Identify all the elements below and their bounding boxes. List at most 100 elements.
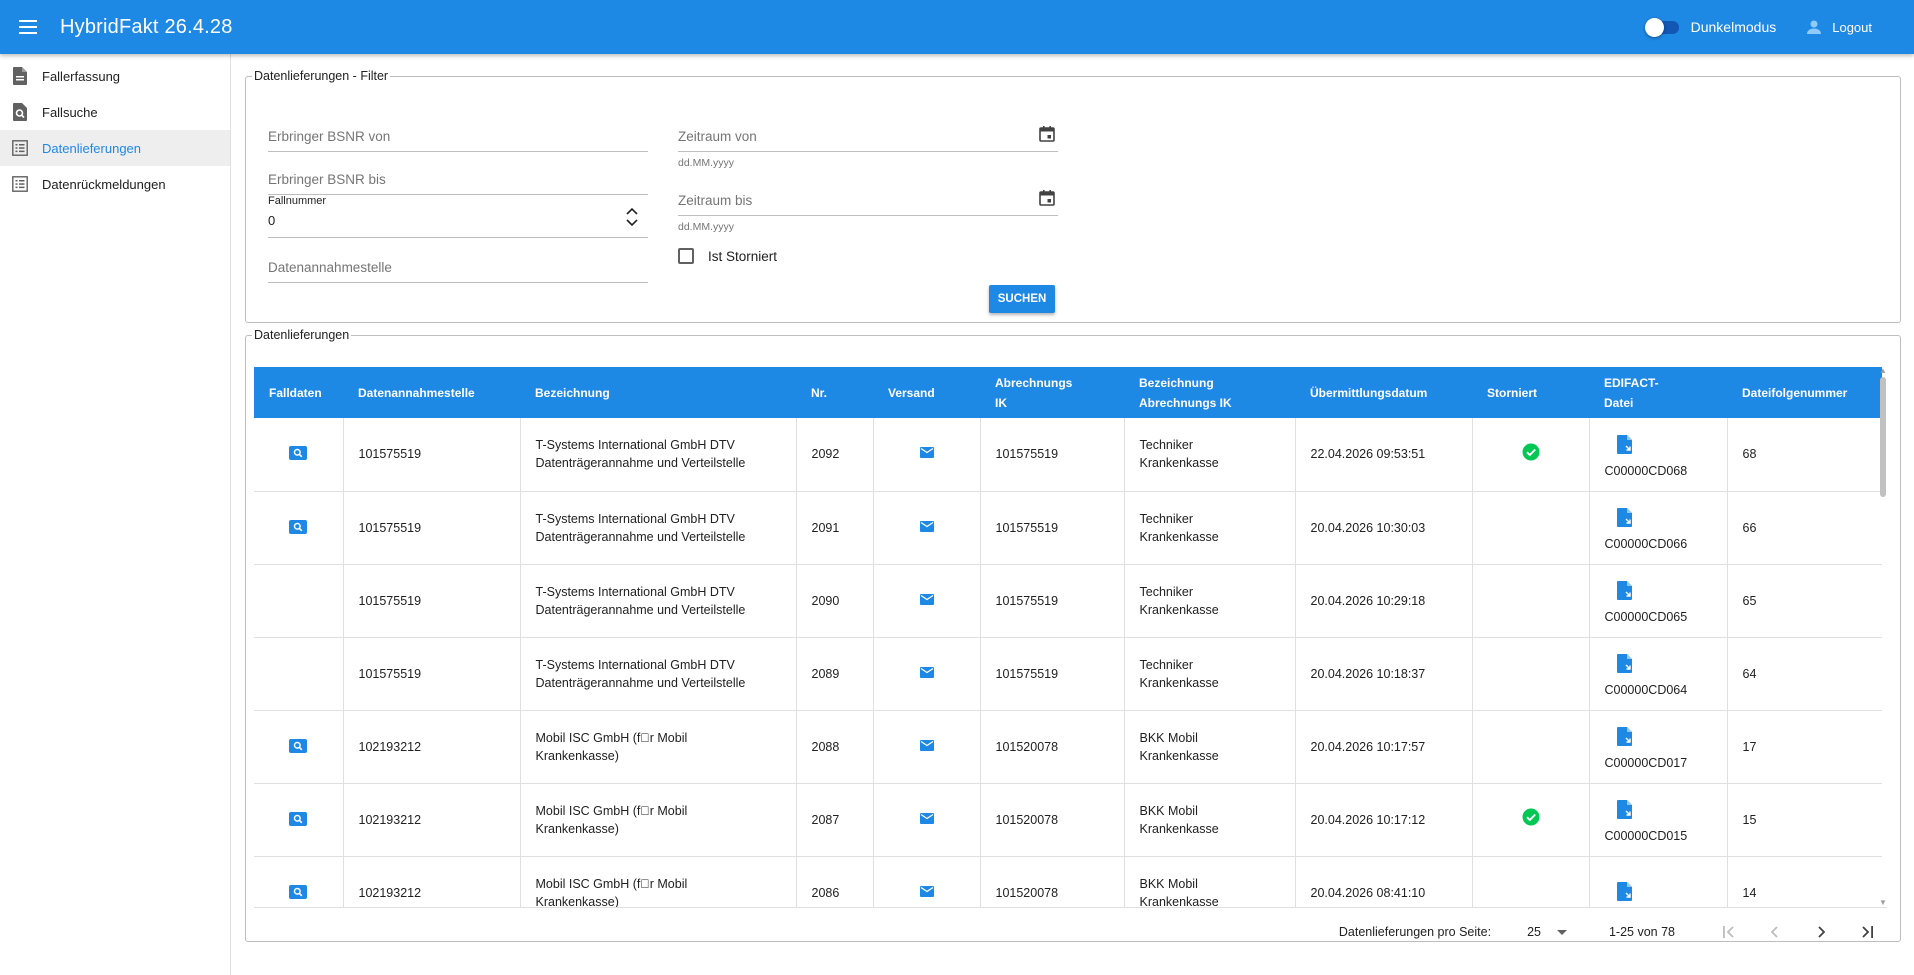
sidebar-item-fallsuche[interactable]: Fallsuche xyxy=(0,94,230,130)
file-download-icon[interactable] xyxy=(1616,434,1633,454)
bsnr-von-field[interactable]: Erbringer BSNR von xyxy=(268,129,648,153)
table-row: 101575519 T-Systems International GmbH DT… xyxy=(254,491,1882,565)
sidebar-item-fallerfassung[interactable]: Fallerfassung xyxy=(0,58,230,94)
datenannahmestelle-field[interactable]: Datenannahmestelle xyxy=(268,260,648,284)
ist-storniert-checkbox[interactable] xyxy=(678,248,694,264)
cell-uebermittlungsdatum: 20.04.2026 10:18:37 xyxy=(1295,637,1473,711)
scroll-up-arrow[interactable]: ▲ xyxy=(1879,367,1887,375)
cell-bezeichnung-abrechnungs-ik: Techniker Krankenkasse xyxy=(1124,564,1296,638)
header-datenannahmestelle[interactable]: Datenannahmestelle xyxy=(343,367,520,418)
header-bezeichnung[interactable]: Bezeichnung xyxy=(520,367,796,418)
cell-falldaten xyxy=(254,418,344,492)
cell-text: Mobil ISC GmbH (f r Mobil xyxy=(535,730,688,745)
cell-falldaten xyxy=(254,564,344,638)
sidebar-item-label: Fallsuche xyxy=(42,104,98,120)
chevron-up-icon[interactable] xyxy=(626,207,638,215)
file-download-icon[interactable] xyxy=(1616,654,1633,673)
search-icon xyxy=(294,887,303,896)
logout-button[interactable]: Logout xyxy=(1806,19,1872,35)
edifact-filename[interactable]: C00000CD015 xyxy=(1605,829,1688,843)
cell-text: Techniker xyxy=(1139,584,1194,599)
edifact-filename[interactable]: C00000CD066 xyxy=(1605,537,1688,551)
edifact-filename[interactable]: C00000CD065 xyxy=(1605,610,1688,624)
header-text: Abrechnungs IK xyxy=(1139,395,1232,410)
cell-datenannahmestelle: 102193212 xyxy=(343,856,521,907)
cell-uebermittlungsdatum: 20.04.2026 08:41:10 xyxy=(1295,856,1473,907)
cell-bezeichnung: T-Systems International GmbH DTV Datenträ… xyxy=(520,418,797,492)
view-case-button[interactable] xyxy=(289,519,308,534)
bsnr-bis-label: Erbringer BSNR bis xyxy=(268,172,386,187)
cell-text: Krankenkasse xyxy=(1139,602,1219,617)
ist-storniert-label: Ist Storniert xyxy=(708,248,778,264)
edifact-filename[interactable]: C00000CD068 xyxy=(1605,464,1688,478)
header-abrechnungs-ik[interactable]: Abrechnungs IK xyxy=(980,367,1124,418)
cell-edifact-datei: C00000CD064 xyxy=(1589,637,1728,711)
cell-bezeichnung: T-Systems International GmbH DTV Datenträ… xyxy=(520,564,797,638)
dark-mode-toggle[interactable] xyxy=(1644,17,1681,37)
view-case-button[interactable] xyxy=(289,738,308,753)
view-case-button[interactable] xyxy=(289,811,308,826)
view-case-button[interactable] xyxy=(289,884,308,899)
cell-bezeichnung: T-Systems International GmbH DTV Datenträ… xyxy=(520,637,797,711)
zeitraum-von-field[interactable]: Zeitraum von xyxy=(678,126,1058,153)
edifact-filename[interactable]: C00000CD017 xyxy=(1605,756,1688,770)
file-download-icon[interactable] xyxy=(1616,800,1633,819)
bsnr-von-label: Erbringer BSNR von xyxy=(268,129,391,144)
first-page-icon xyxy=(1723,926,1734,938)
file-download-icon[interactable] xyxy=(1616,581,1633,600)
mail-icon xyxy=(919,739,934,751)
sidebar-item-datenrueckmeldungen[interactable]: Datenrückmeldungen xyxy=(0,166,230,202)
scrollbar-thumb[interactable] xyxy=(1880,377,1886,497)
list-icon xyxy=(12,176,28,192)
cell-versand xyxy=(873,856,981,907)
first-page-button[interactable] xyxy=(1709,912,1749,952)
sidebar-item-label: Datenlieferungen xyxy=(42,140,142,156)
search-button[interactable]: SUCHEN xyxy=(989,285,1055,313)
header-versand[interactable]: Versand xyxy=(873,367,980,418)
cell-uebermittlungsdatum: 20.04.2026 10:29:18 xyxy=(1295,564,1473,638)
cell-text: Datenträgerannahme und Verteilstelle xyxy=(535,456,746,471)
page-size-select[interactable]: 25 xyxy=(1527,925,1567,939)
file-download-icon[interactable] xyxy=(1616,508,1633,527)
chevron-down-icon[interactable] xyxy=(626,219,638,227)
previous-page-button[interactable] xyxy=(1755,912,1795,952)
file-download-icon[interactable] xyxy=(1616,882,1633,901)
cell-dateifolgenummer: 17 xyxy=(1727,710,1882,784)
view-case-button[interactable] xyxy=(289,446,308,461)
zeitraum-bis-hint: dd.MM.yyyy xyxy=(678,221,735,233)
header-edifact-datei[interactable]: EDIFACT- Datei xyxy=(1589,367,1727,418)
menu-button[interactable] xyxy=(0,0,56,54)
header-nr[interactable]: Nr. xyxy=(796,367,873,418)
table-scrollbar[interactable]: ▲ ▼ xyxy=(1879,367,1887,907)
cell-versand xyxy=(873,491,981,565)
cell-abrechnungs-ik: 101520078 xyxy=(980,783,1125,857)
cell-storniert xyxy=(1472,856,1590,907)
fallnummer-field[interactable]: Fallnummer 0 xyxy=(268,195,648,240)
header-storniert[interactable]: Storniert xyxy=(1472,367,1589,418)
scroll-down-arrow[interactable]: ▼ xyxy=(1879,899,1887,907)
cell-text: Techniker xyxy=(1139,438,1194,453)
cell-edifact-datei: C00000CD068 xyxy=(1589,418,1728,492)
header-falldaten[interactable]: Falldaten xyxy=(254,367,343,418)
table-row: 102193212 Mobil ISC GmbH (f r Mobil Kranke… xyxy=(254,856,1882,907)
header-bezeichnung-abrechnungs-ik[interactable]: Bezeichnung Abrechnungs IK xyxy=(1124,367,1295,418)
calendar-icon[interactable] xyxy=(1038,189,1056,207)
header-uebermittlungsdatum[interactable]: Übermittlungsdatum xyxy=(1295,367,1472,418)
cell-bezeichnung: T-Systems International GmbH DTV Datenträ… xyxy=(520,491,797,565)
file-download-icon[interactable] xyxy=(1616,727,1633,746)
header-dateifolgenummer[interactable]: Dateifolgenummer xyxy=(1727,367,1882,418)
edifact-filename[interactable]: C00000CD064 xyxy=(1605,683,1688,697)
check-circle-icon xyxy=(1522,443,1539,461)
fallnummer-stepper[interactable] xyxy=(626,207,638,227)
sidebar-item-datenlieferungen[interactable]: Datenlieferungen xyxy=(0,130,230,166)
zeitraum-bis-field[interactable]: Zeitraum bis xyxy=(678,190,1058,217)
dropdown-arrow-icon xyxy=(1556,929,1567,935)
cell-dateifolgenummer: 15 xyxy=(1727,783,1882,857)
cell-text: T-Systems International GmbH DTV xyxy=(535,657,735,672)
calendar-icon[interactable] xyxy=(1038,125,1056,143)
bsnr-bis-field[interactable]: Erbringer BSNR bis xyxy=(268,172,648,196)
cell-text: Datenträgerannahme und Verteilstelle xyxy=(535,529,746,544)
next-page-button[interactable] xyxy=(1801,912,1841,952)
last-page-button[interactable] xyxy=(1847,912,1887,952)
table-row: 101575519 T-Systems International GmbH DT… xyxy=(254,564,1882,638)
